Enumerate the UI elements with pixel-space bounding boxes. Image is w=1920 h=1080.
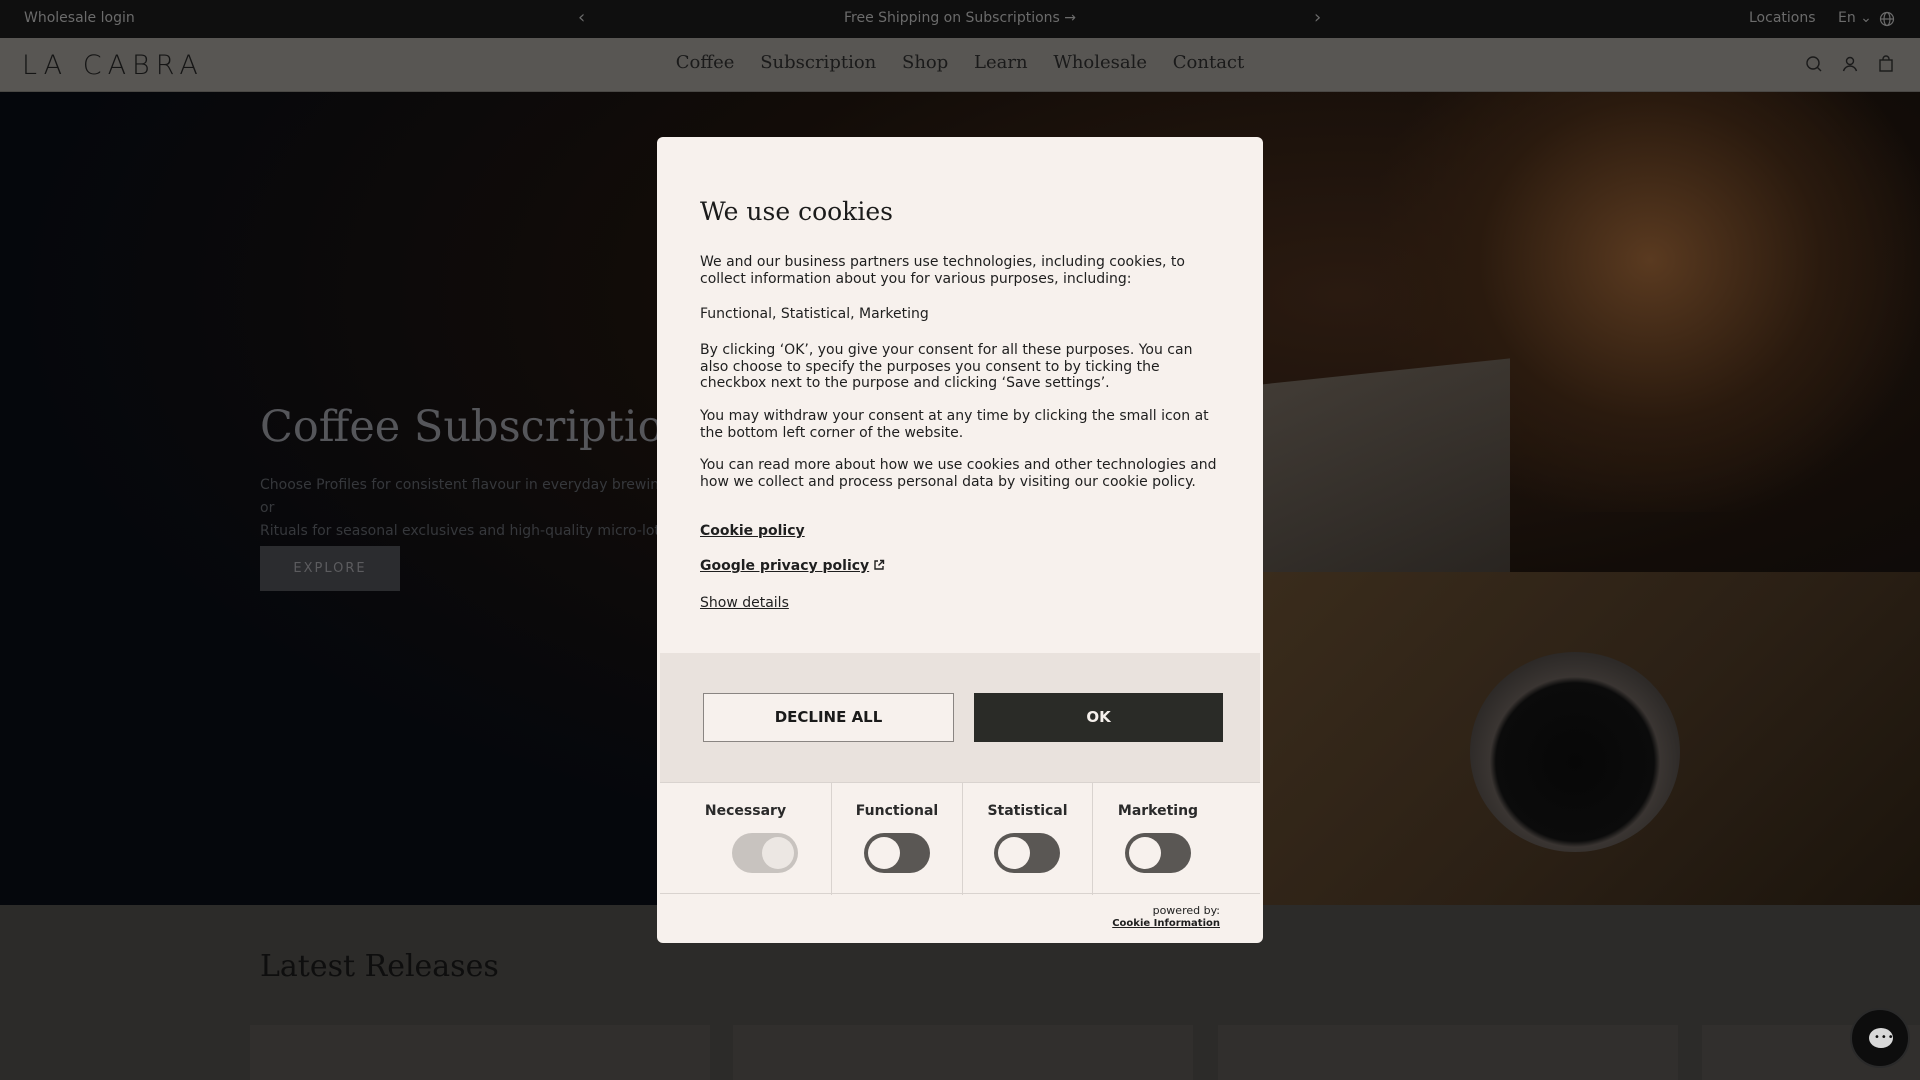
account-icon[interactable] bbox=[1840, 54, 1860, 74]
chevron-down-icon: ⌄ bbox=[1860, 10, 1872, 26]
chat-widget-button[interactable]: ••• bbox=[1850, 1008, 1910, 1068]
category-statistical: Statistical bbox=[962, 783, 1092, 895]
product-card[interactable] bbox=[250, 1025, 710, 1080]
chat-dots-icon: ••• bbox=[1874, 1032, 1895, 1043]
hero-description-line: Rituals for seasonal exclusives and high… bbox=[260, 523, 672, 539]
external-link-icon bbox=[874, 559, 885, 570]
locations-link[interactable]: Locations bbox=[1749, 10, 1816, 26]
category-functional: Functional bbox=[831, 783, 962, 895]
nav-item-contact[interactable]: Contact bbox=[1173, 52, 1244, 73]
hero-description: Choose Profiles for consistent flavour i… bbox=[260, 474, 680, 543]
category-necessary: Necessary bbox=[660, 783, 831, 895]
decline-all-button[interactable]: DECLINE ALL bbox=[703, 693, 954, 742]
cart-icon[interactable] bbox=[1876, 54, 1896, 74]
dialog-text-intro: We and our business partners use technol… bbox=[700, 254, 1185, 287]
arrow-right-icon: → bbox=[1064, 10, 1077, 26]
globe-icon[interactable] bbox=[1879, 11, 1895, 27]
dialog-button-panel: DECLINE ALL OK bbox=[660, 653, 1260, 782]
category-label: Necessary bbox=[704, 803, 787, 819]
dialog-text-readmore: You can read more about how we use cooki… bbox=[700, 457, 1217, 490]
chevron-right-icon[interactable]: › bbox=[1314, 7, 1321, 28]
category-label: Marketing bbox=[1117, 803, 1199, 819]
hero-title: Coffee Subscriptions bbox=[260, 402, 714, 452]
nav-item-learn[interactable]: Learn bbox=[974, 52, 1028, 73]
cookie-information-link[interactable]: Cookie Information bbox=[1112, 917, 1220, 930]
dialog-text-purposes: Functional, Statistical, Marketing bbox=[700, 306, 929, 322]
category-marketing: Marketing bbox=[1092, 783, 1260, 895]
hero-image-cup bbox=[1470, 652, 1680, 852]
powered-by-label: powered by: bbox=[1152, 904, 1220, 917]
main-nav: Coffee Subscription Shop Learn Wholesale… bbox=[0, 52, 1920, 73]
language-selector[interactable]: En ⌄ bbox=[1838, 10, 1872, 26]
language-label: En bbox=[1838, 10, 1856, 26]
category-label: Statistical bbox=[987, 803, 1068, 819]
dialog-text-consent: By clicking ‘OK’, you give your consent … bbox=[700, 342, 1193, 391]
dialog-title: We use cookies bbox=[700, 197, 893, 226]
nav-item-subscription[interactable]: Subscription bbox=[760, 52, 876, 73]
cookie-consent-dialog: We use cookies We and our business partn… bbox=[657, 137, 1263, 943]
nav-item-shop[interactable]: Shop bbox=[902, 52, 948, 73]
announcement-message[interactable]: Free Shipping on Subscriptions bbox=[844, 10, 1060, 26]
explore-button[interactable]: EXPLORE bbox=[260, 546, 400, 591]
toggle-knob bbox=[998, 837, 1030, 869]
google-privacy-policy-label: Google privacy policy bbox=[700, 558, 870, 574]
consent-categories: Necessary Functional Statistical Marketi… bbox=[660, 782, 1260, 895]
site-header: LA CABRA Coffee Subscription Shop Learn … bbox=[0, 38, 1920, 92]
section-title: Latest Releases bbox=[260, 949, 499, 984]
cookie-policy-link[interactable]: Cookie policy bbox=[700, 523, 805, 539]
necessary-toggle bbox=[732, 833, 798, 873]
toggle-knob bbox=[762, 837, 794, 869]
google-privacy-policy-link[interactable]: Google privacy policy bbox=[700, 558, 885, 574]
nav-item-coffee[interactable]: Coffee bbox=[676, 52, 735, 73]
statistical-toggle[interactable] bbox=[994, 833, 1060, 873]
functional-toggle[interactable] bbox=[864, 833, 930, 873]
category-label: Functional bbox=[855, 803, 939, 819]
marketing-toggle[interactable] bbox=[1125, 833, 1191, 873]
hero-description-line: Choose Profiles for consistent flavour i… bbox=[260, 477, 673, 516]
announcement-bar: Wholesale login ‹ Free Shipping on Subsc… bbox=[0, 0, 1920, 38]
product-card[interactable] bbox=[733, 1025, 1193, 1080]
dialog-text-withdraw: You may withdraw your consent at any tim… bbox=[700, 408, 1209, 441]
ok-button[interactable]: OK bbox=[974, 693, 1223, 742]
toggle-knob bbox=[1129, 837, 1161, 869]
product-card[interactable] bbox=[1218, 1025, 1678, 1080]
show-details-link[interactable]: Show details bbox=[700, 595, 789, 611]
powered-by: powered by: Cookie Information bbox=[1112, 904, 1220, 930]
toggle-knob bbox=[868, 837, 900, 869]
nav-item-wholesale[interactable]: Wholesale bbox=[1053, 52, 1147, 73]
search-icon[interactable] bbox=[1804, 54, 1824, 74]
